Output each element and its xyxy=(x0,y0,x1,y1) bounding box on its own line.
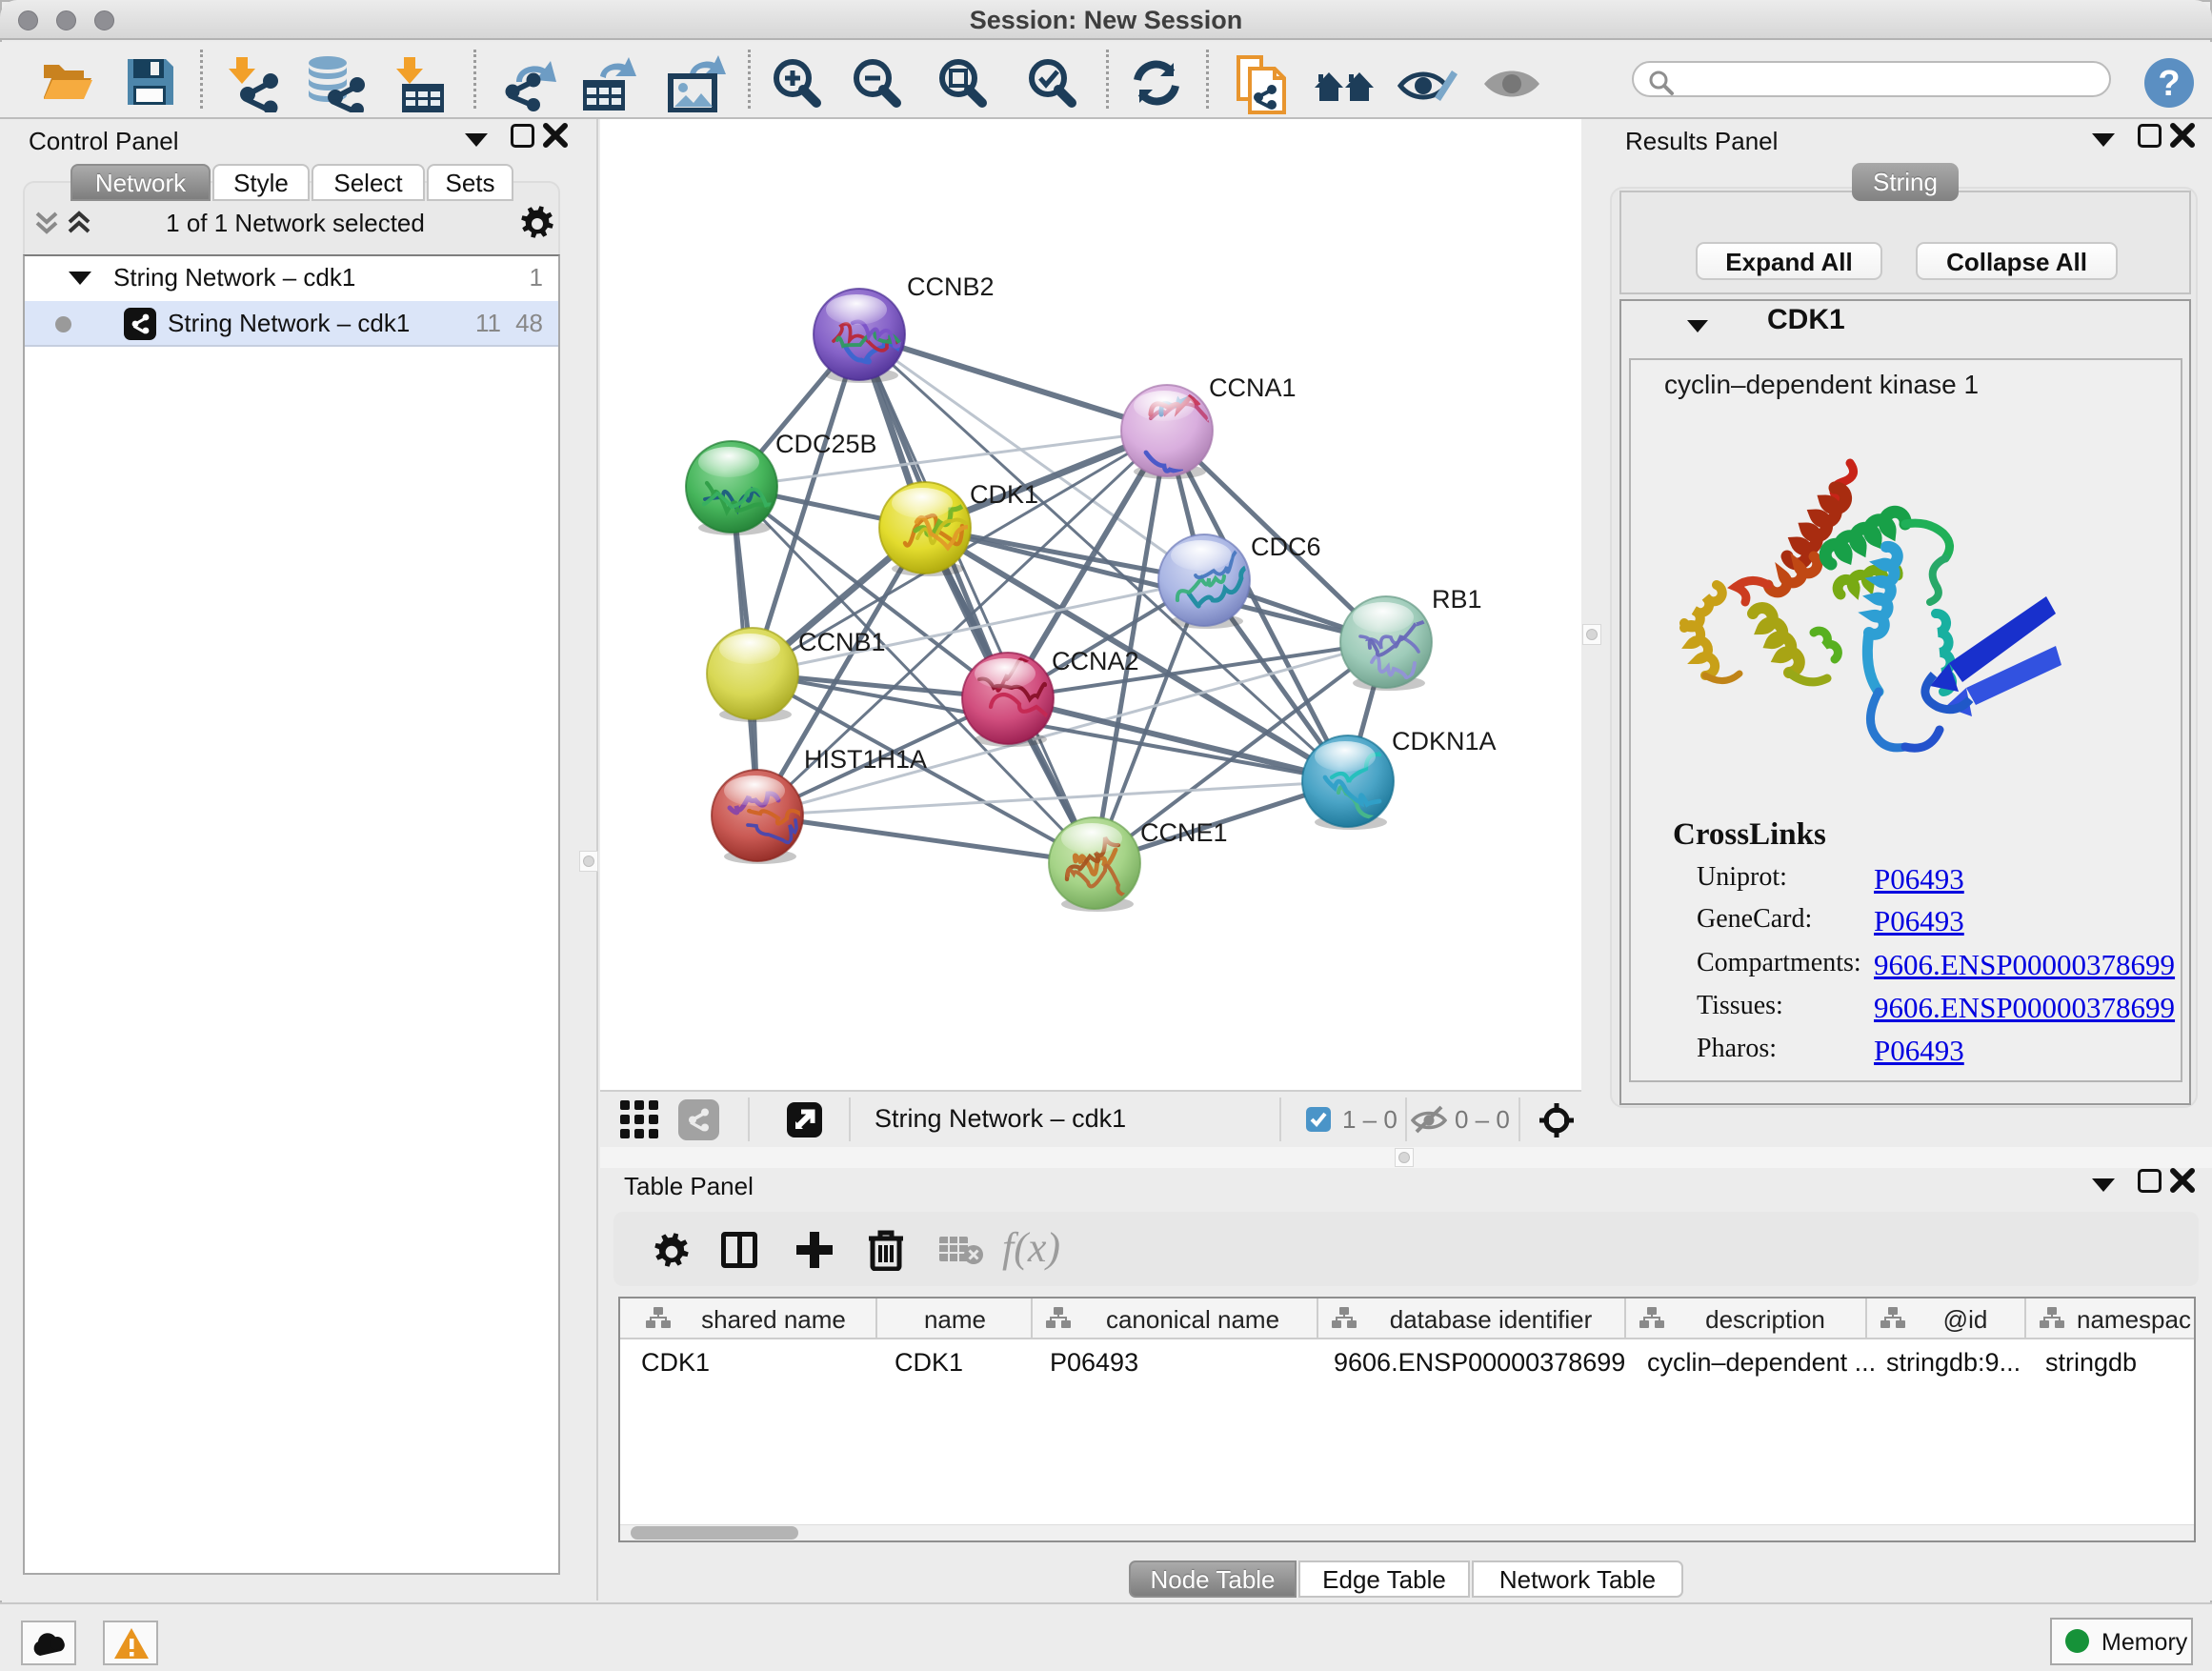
svg-text:?: ? xyxy=(2158,64,2180,104)
